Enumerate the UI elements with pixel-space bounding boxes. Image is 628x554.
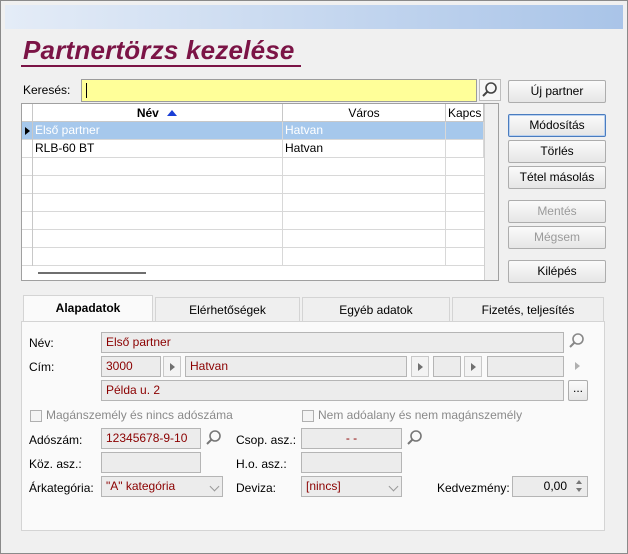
non-taxable-label: Nem adóalany és nem magánszemély: [318, 408, 523, 422]
current-row-arrow-icon: [25, 127, 30, 135]
cell-name: Első partner: [33, 122, 283, 140]
ho-tax-field[interactable]: [301, 452, 402, 473]
price-category-value: "A" kategória: [106, 479, 176, 493]
grid-indicator-header: [22, 104, 33, 122]
exit-button[interactable]: Kilépés: [508, 260, 606, 283]
delete-button[interactable]: Törlés: [508, 140, 606, 163]
discount-stepper[interactable]: 0,00: [512, 476, 588, 497]
column-header-contact[interactable]: Kapcs: [446, 104, 484, 122]
vertical-scrollbar[interactable]: [484, 104, 498, 280]
row-indicator: [22, 122, 33, 140]
cell-name: RLB-60 BT: [33, 140, 283, 158]
city-field[interactable]: Hatvan: [185, 356, 407, 377]
currency-select[interactable]: [nincs]: [301, 476, 402, 497]
window-titlebar: [5, 5, 623, 29]
tab-contacts[interactable]: Elérhetőségek: [155, 297, 300, 322]
street-field[interactable]: Példa u. 2: [101, 380, 564, 401]
column-header-label: Név: [136, 106, 159, 120]
name-lookup-button[interactable]: [567, 331, 589, 353]
title-underline: [21, 65, 301, 67]
cell-city: Hatvan: [283, 140, 446, 158]
tax-id-field[interactable]: 12345678-9-10: [101, 428, 201, 449]
triangle-right-icon: [471, 363, 476, 371]
table-row-empty: [22, 248, 498, 266]
tab-payment[interactable]: Fizetés, teljesítés: [452, 297, 604, 322]
currency-value: [nincs]: [306, 479, 341, 493]
main-window: Partnertörzs kezelése Keresés: Új partne…: [0, 0, 628, 554]
new-partner-button[interactable]: Új partner: [508, 80, 606, 103]
spin-arrows-icon[interactable]: [574, 478, 584, 494]
community-tax-field[interactable]: [101, 452, 201, 473]
tab-basic-data[interactable]: Alapadatok: [23, 295, 153, 322]
group-tax-label: Csop. asz.:: [236, 433, 297, 447]
modify-button[interactable]: Módosítás: [508, 114, 606, 137]
address-more-button[interactable]: ...: [568, 380, 588, 401]
table-row[interactable]: Első partner Hatvan: [22, 122, 498, 140]
name-field[interactable]: Első partner: [101, 332, 564, 353]
table-row[interactable]: RLB-60 BT Hatvan: [22, 140, 498, 158]
group-tax-field[interactable]: - -: [301, 428, 402, 449]
discount-label: Kedvezmény:: [437, 481, 510, 495]
magnifier-icon: [569, 333, 584, 348]
chevron-down-icon: [388, 481, 399, 492]
zip-field[interactable]: 3000: [101, 356, 161, 377]
table-row-empty: [22, 230, 498, 248]
search-button[interactable]: [479, 79, 501, 101]
search-label: Keresés:: [23, 83, 71, 97]
column-header-city[interactable]: Város: [283, 104, 446, 122]
cell-contact: [446, 122, 484, 140]
horizontal-scrollbar[interactable]: [38, 272, 146, 274]
magnifier-icon: [407, 430, 422, 445]
copy-item-button[interactable]: Tétel másolás: [508, 166, 606, 189]
tab-other-data[interactable]: Egyéb adatok: [302, 297, 450, 322]
save-button[interactable]: Mentés: [508, 200, 606, 223]
table-row-empty: [22, 212, 498, 230]
zip-lookup-button[interactable]: [163, 356, 181, 377]
cell-city: Hatvan: [283, 122, 446, 140]
price-category-select[interactable]: "A" kategória: [101, 476, 223, 497]
private-person-label: Magánszemély és nincs adószáma: [46, 408, 233, 422]
table-row-empty: [22, 176, 498, 194]
address-label: Cím:: [29, 360, 55, 374]
ellipsis-icon: ...: [572, 381, 583, 395]
column-header-name[interactable]: Név: [33, 104, 283, 122]
city-lookup-button[interactable]: [411, 356, 429, 377]
triangle-right-icon: [170, 363, 175, 371]
triangle-right-icon: [575, 362, 580, 370]
group-tax-lookup-button[interactable]: [405, 428, 427, 450]
ho-tax-label: H.o. asz.:: [236, 457, 287, 471]
sort-ascending-icon: [167, 110, 178, 116]
partner-grid[interactable]: Név Város Kapcs Első partner Hatvan RLB-…: [21, 103, 499, 281]
row-indicator: [22, 140, 33, 158]
text-caret: [86, 83, 87, 98]
price-category-label: Árkategória:: [29, 481, 94, 495]
non-taxable-checkbox[interactable]: [302, 410, 314, 422]
table-row-empty: [22, 158, 498, 176]
chevron-down-icon: [209, 481, 220, 492]
tax-id-label: Adószám:: [29, 433, 83, 447]
triangle-right-icon: [418, 363, 423, 371]
district-lookup-button[interactable]: [569, 356, 587, 377]
street-type-field[interactable]: [433, 356, 461, 377]
street-type-lookup-button[interactable]: [464, 356, 482, 377]
community-tax-label: Köz. asz.:: [29, 457, 82, 471]
currency-label: Deviza:: [236, 481, 277, 495]
district-field[interactable]: [487, 356, 564, 377]
table-row-empty: [22, 194, 498, 212]
cancel-button[interactable]: Mégsem: [508, 226, 606, 249]
magnifier-icon: [206, 430, 221, 445]
search-input[interactable]: [81, 79, 477, 102]
private-person-checkbox[interactable]: [30, 410, 42, 422]
discount-value: 0,00: [543, 479, 567, 493]
name-label: Név:: [29, 336, 54, 350]
tax-id-lookup-button[interactable]: [204, 428, 226, 450]
page-title: Partnertörzs kezelése: [23, 35, 295, 65]
magnifier-icon: [482, 82, 497, 97]
cell-contact: [446, 140, 484, 158]
